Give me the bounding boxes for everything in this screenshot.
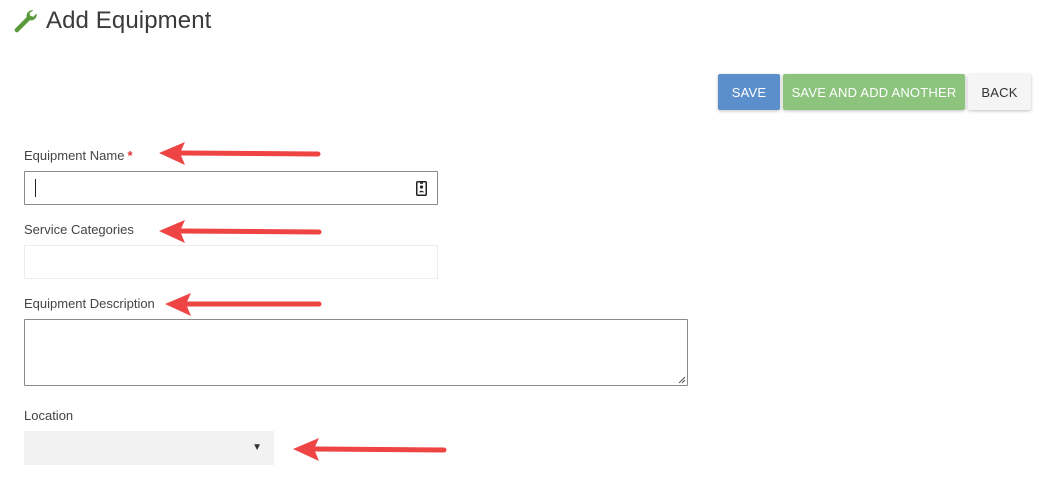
equipment-description-textarea[interactable] (24, 319, 688, 386)
wrench-icon (14, 10, 37, 33)
dropdown-triangle-icon: ▼ (252, 442, 262, 453)
equipment-description-label: Equipment Description (24, 296, 155, 311)
text-caret (35, 179, 36, 197)
page-title: Add Equipment (46, 7, 212, 34)
service-categories-input[interactable] (24, 245, 438, 279)
required-marker: * (127, 148, 133, 163)
location-label: Location (24, 408, 74, 423)
red-arrow-icon (293, 438, 447, 461)
save-button[interactable]: SAVE (718, 74, 780, 110)
equipment-name-input[interactable] (24, 171, 438, 205)
red-arrow-icon (159, 220, 322, 243)
save-and-add-another-button[interactable]: SAVE AND ADD ANOTHER (783, 74, 965, 110)
add-equipment-page: Add Equipment SAVE SAVE AND ADD ANOTHER … (0, 0, 1039, 486)
equipment-name-label-text: Equipment Name (24, 148, 125, 163)
equipment-name-label: Equipment Name * (24, 148, 133, 163)
page-header: Add Equipment (12, 7, 211, 35)
red-arrow-icon (159, 142, 321, 165)
service-categories-label: Service Categories (24, 222, 134, 237)
location-select[interactable]: ▼ (24, 431, 274, 465)
red-arrow-icon (165, 293, 322, 316)
resize-grip-icon[interactable] (677, 375, 686, 384)
back-button[interactable]: BACK (968, 74, 1031, 110)
contact-card-icon[interactable] (416, 181, 427, 196)
